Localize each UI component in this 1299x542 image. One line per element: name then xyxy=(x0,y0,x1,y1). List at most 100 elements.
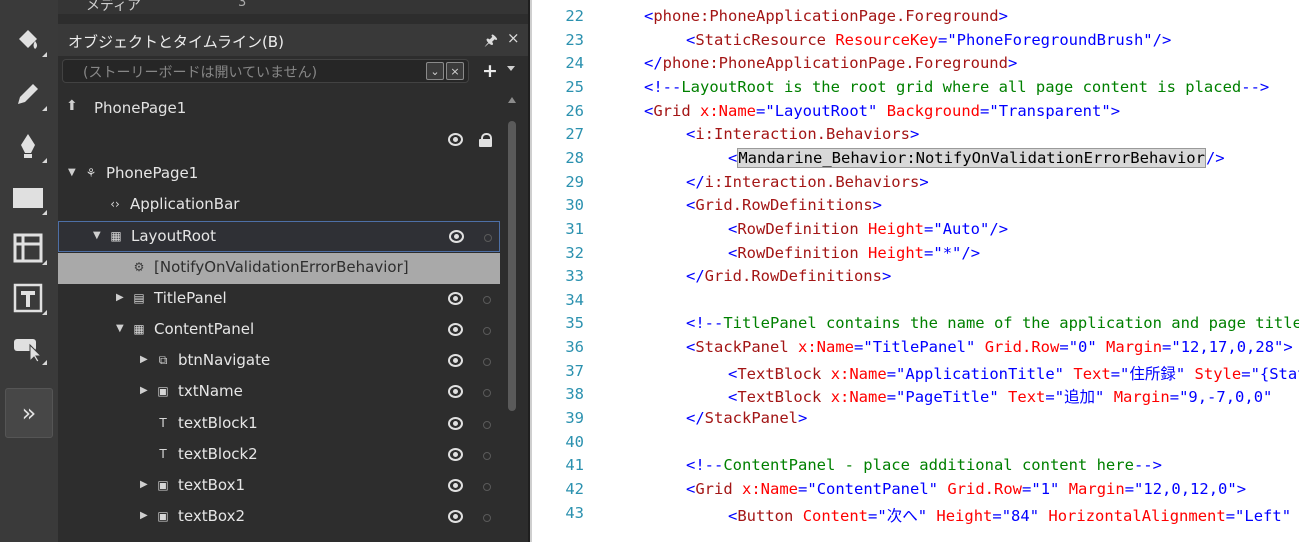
media-tab[interactable]: メディア 3 xyxy=(58,0,528,14)
storyboard-dropdown-icon[interactable]: ⌄ xyxy=(426,62,444,80)
code-token: "12,17,0,28" xyxy=(1171,338,1284,357)
scroll-up-icon[interactable] xyxy=(508,97,516,103)
collapse-arrow-icon[interactable]: ▶ xyxy=(140,385,148,396)
lock-toggle-icon[interactable] xyxy=(484,234,492,243)
code-line[interactable]: 29 </i:Interaction.Behaviors> xyxy=(532,173,1299,197)
code-line[interactable]: 37 <TextBlock x:Name="ApplicationTitle" T… xyxy=(532,362,1299,386)
lock-toggle-icon[interactable] xyxy=(483,327,491,335)
code-token: </ xyxy=(686,267,705,286)
tree-row[interactable]: ▶ ▣ txtName xyxy=(58,377,500,408)
pencil-icon[interactable] xyxy=(6,74,50,114)
code-line[interactable]: 34 xyxy=(532,291,1299,315)
xaml-code-editor[interactable]: 22 <phone:PhoneApplicationPage.Foreground… xyxy=(530,0,1299,542)
lock-all-icon[interactable] xyxy=(479,133,493,147)
pointer-icon[interactable] xyxy=(6,328,50,368)
code-line[interactable]: 23 <StaticResource ResourceKey="PhoneFore… xyxy=(532,31,1299,55)
lock-toggle-icon[interactable] xyxy=(483,483,491,491)
code-line[interactable]: 42 <Grid x:Name="ContentPanel" Grid.Row="… xyxy=(532,480,1299,504)
line-number: 24 xyxy=(565,54,584,73)
pin-icon[interactable]: 🖈︎ xyxy=(484,30,498,55)
tree-scrollbar[interactable] xyxy=(505,95,519,542)
scroll-thumb[interactable] xyxy=(508,121,516,411)
code-line[interactable]: 43 <Button Content="次へ" Height="84" Horiz… xyxy=(532,504,1299,528)
tree-row[interactable]: TtextBlock1 xyxy=(58,409,500,440)
chevron-down-icon[interactable] xyxy=(507,66,515,71)
scope-row[interactable]: ⬆ PhonePage1 xyxy=(58,96,508,122)
code-line[interactable]: 33 </Grid.RowDefinitions> xyxy=(532,267,1299,291)
code-line[interactable]: 26 <Grid x:Name="LayoutRoot" Background="… xyxy=(532,102,1299,126)
textbox-icon: ▣ xyxy=(157,478,169,492)
code-line[interactable]: 38 <TextBlock x:Name="PageTitle" Text="追加… xyxy=(532,385,1299,409)
storyboard-selector[interactable]: (ストーリーボードは開いていません) ⌄ × xyxy=(62,59,469,83)
collapse-arrow-icon[interactable]: ▶ xyxy=(140,354,148,365)
code-line[interactable]: 39 </StackPanel> xyxy=(532,409,1299,433)
code-line[interactable]: 24 </phone:PhoneApplicationPage.Foregroun… xyxy=(532,54,1299,78)
grid-icon[interactable] xyxy=(6,228,50,268)
expand-arrow-icon[interactable]: ▼ xyxy=(93,230,101,241)
code-line[interactable]: 22 <phone:PhoneApplicationPage.Foreground… xyxy=(532,7,1299,31)
code-line[interactable]: 36 <StackPanel x:Name="TitlePanel" Grid.R… xyxy=(532,338,1299,362)
code-line[interactable]: 27 <i:Interaction.Behaviors> xyxy=(532,125,1299,149)
code-token: x:Name xyxy=(798,338,855,357)
scope-up-icon[interactable]: ⬆ xyxy=(66,98,78,114)
tree-row[interactable]: ▶ ⧉ btnNavigate xyxy=(58,346,500,377)
tree-row[interactable]: ‹› ApplicationBar xyxy=(58,190,500,221)
code-line[interactable]: 28 <Mandarine_Behavior:NotifyOnValidation… xyxy=(532,147,1299,173)
code-line[interactable]: 41 <!--ContentPanel - place additional co… xyxy=(532,456,1299,480)
text-icon[interactable] xyxy=(6,278,50,318)
eye-icon[interactable] xyxy=(449,230,464,244)
tree-row[interactable]: ⚙ [NotifyOnValidationErrorBehavior] xyxy=(58,252,500,284)
tree-row[interactable]: ▼ ▦ ContentPanel xyxy=(58,315,500,346)
lock-toggle-icon[interactable] xyxy=(483,420,491,429)
eye-icon[interactable] xyxy=(448,479,463,492)
code-line[interactable]: 30 <Grid.RowDefinitions> xyxy=(532,196,1299,220)
lock-toggle-icon[interactable] xyxy=(483,295,491,304)
add-storyboard-button[interactable]: + xyxy=(482,60,498,82)
visibility-all-icon[interactable] xyxy=(448,133,463,146)
line-number: 34 xyxy=(565,290,584,309)
code-text: <Grid x:Name="LayoutRoot" Background="Tr… xyxy=(644,102,1120,120)
grid-icon: ▦ xyxy=(110,229,122,244)
lock-toggle-icon[interactable] xyxy=(483,451,491,460)
paint-bucket-icon[interactable] xyxy=(6,20,50,60)
code-token: </ xyxy=(686,409,705,428)
pen-icon[interactable] xyxy=(6,126,50,166)
eye-icon[interactable] xyxy=(448,510,463,524)
code-line[interactable]: 35 <!--TitlePanel contains the name of th… xyxy=(532,314,1299,338)
close-icon[interactable]: × xyxy=(507,29,520,47)
code-line[interactable]: 25 <!--LayoutRoot is the root grid where … xyxy=(532,78,1299,102)
eye-icon[interactable] xyxy=(448,447,463,461)
collapse-arrow-icon[interactable]: ▶ xyxy=(116,292,124,303)
tree-row[interactable]: ▼ ▦ LayoutRoot xyxy=(58,221,500,253)
collapse-arrow-icon[interactable]: ▶ xyxy=(140,510,148,521)
expand-tools-button[interactable]: » xyxy=(5,388,53,438)
tree-row[interactable]: ▼ ⚘ PhonePage1 xyxy=(58,159,500,190)
code-token: = xyxy=(756,101,766,120)
tree-row[interactable]: ▶ ▣ textBox2 xyxy=(58,502,500,533)
lock-toggle-icon[interactable] xyxy=(483,389,491,398)
eye-icon[interactable] xyxy=(448,354,463,368)
tree-row[interactable]: ▶ ▣ textBox1 xyxy=(58,471,500,502)
expand-arrow-icon[interactable]: ▼ xyxy=(68,167,76,178)
eye-icon[interactable] xyxy=(448,323,463,336)
eye-icon[interactable] xyxy=(448,416,463,430)
code-text: <Mandarine_Behavior:NotifyOnValidationEr… xyxy=(728,147,1225,168)
eye-icon[interactable] xyxy=(448,291,463,305)
tree-row[interactable]: ▶ ▤ TitlePanel xyxy=(58,284,500,315)
code-line[interactable]: 40 xyxy=(532,433,1299,457)
tree-row[interactable]: TtextBlock2 xyxy=(58,440,500,471)
code-token: Grid.RowDefinitions xyxy=(704,267,882,286)
code-line[interactable]: 32 <RowDefinition Height="*"/> xyxy=(532,244,1299,268)
lock-toggle-icon[interactable] xyxy=(483,358,491,367)
code-token: "TitlePanel" xyxy=(863,338,976,357)
eye-icon[interactable] xyxy=(448,385,463,399)
code-text: <!--LayoutRoot is the root grid where al… xyxy=(644,78,1269,96)
code-line[interactable]: 31 <RowDefinition Height="Auto"/> xyxy=(532,220,1299,244)
rectangle-icon[interactable] xyxy=(6,178,50,218)
code-token: TitlePanel contains the name of the appl… xyxy=(723,314,1299,333)
expand-arrow-icon[interactable]: ▼ xyxy=(116,323,124,334)
collapse-arrow-icon[interactable]: ▶ xyxy=(140,479,148,490)
storyboard-close-icon[interactable]: × xyxy=(446,62,464,80)
lock-toggle-icon[interactable] xyxy=(483,514,491,523)
code-text: <Grid x:Name="ContentPanel" Grid.Row="1"… xyxy=(686,480,1246,498)
